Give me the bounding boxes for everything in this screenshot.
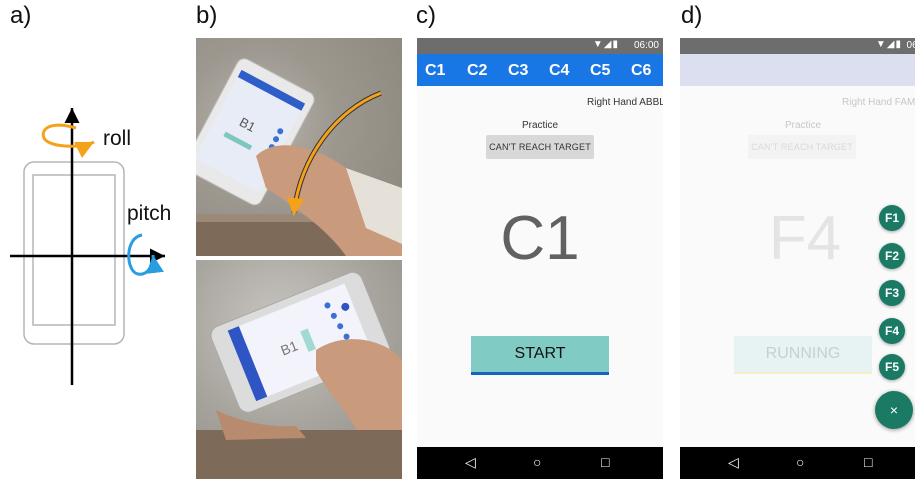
android-nav-bar: ◁ ○ □ [417,447,663,479]
target-label: C1 [500,204,580,273]
hand-condition-label: Right Hand FAM [842,97,915,108]
app-screen-running: ▼◢▮ 06:0 Right Hand FAM Practice CAN'T R… [680,38,915,479]
tab-c2[interactable]: C2 [467,62,487,80]
cant-reach-target-button[interactable]: CAN'T REACH TARGET [748,135,856,159]
fab-f3[interactable]: F3 [879,280,905,306]
signal-battery-icon: ▼◢▮ [875,39,902,50]
tab-c4[interactable]: C4 [549,62,569,80]
panel-d-label: d) [681,2,703,29]
target-tab-bar: C1 C2 C3 C4 C5 C6 [417,54,663,86]
panel-b-label: b) [196,2,218,29]
roll-label: roll [103,127,132,150]
status-bar: ▼◢▮ 06:00 [417,38,663,54]
fab-f4[interactable]: F4 [879,318,905,344]
tab-c6[interactable]: C6 [631,62,651,80]
close-icon[interactable]: × [875,391,913,429]
practice-label: Practice [521,120,559,131]
panel-c-label: c) [416,2,436,29]
cant-reach-target-button[interactable]: CAN'T REACH TARGET [486,135,594,159]
fab-f5[interactable]: F5 [879,354,905,380]
android-nav-bar: ◁ ○ □ [680,447,915,479]
start-button[interactable]: START [471,336,609,375]
pitch-arrow-icon [127,233,164,276]
hand-condition-label: Right Hand ABBL [587,97,663,108]
photo-panel: B1 B1 [196,38,402,479]
home-icon[interactable]: ○ [533,454,541,470]
fab-f1[interactable]: F1 [879,205,905,231]
running-button[interactable]: RUNNING [734,336,872,374]
tab-c3[interactable]: C3 [508,62,528,80]
status-time: 06:00 [633,40,659,51]
tab-c5[interactable]: C5 [590,62,610,80]
pitch-label: pitch [127,202,172,225]
photo-hand-holding-phone-bottom: B1 [196,260,402,479]
recents-icon[interactable]: □ [864,454,872,470]
status-time: 06:0 [906,40,915,51]
tab-c1[interactable]: C1 [425,62,445,80]
photo-bottom-illustration: B1 [196,271,402,479]
home-icon[interactable]: ○ [796,454,804,470]
roll-arrow-icon [41,123,95,159]
axes-diagram: roll pitch [0,0,190,479]
fab-f2[interactable]: F2 [879,243,905,269]
signal-battery-icon: ▼◢▮ [592,39,619,50]
practice-label: Practice [784,120,822,131]
phone-screen-outline [32,174,116,326]
phone-outline [23,161,125,345]
photo-hand-holding-phone-top: B1 [196,38,402,256]
status-bar: ▼◢▮ 06:0 [680,38,915,54]
back-icon[interactable]: ◁ [465,454,476,471]
app-screen-practice: ▼◢▮ 06:00 C1 C2 C3 C4 C5 C6 Right Hand A… [417,38,663,479]
back-icon[interactable]: ◁ [728,454,739,471]
phone-axes-illustration [10,108,165,385]
target-tab-bar-faded [680,54,915,86]
recents-icon[interactable]: □ [601,454,609,470]
photo-top-illustration: B1 [196,58,402,256]
